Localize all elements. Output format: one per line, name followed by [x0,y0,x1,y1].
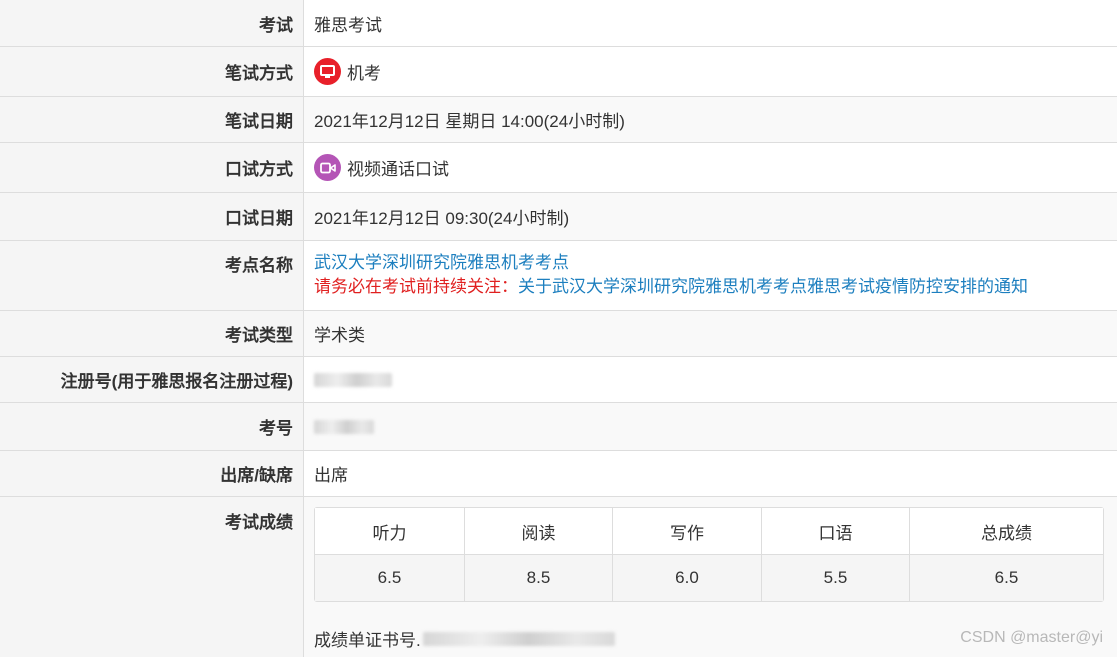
score-value-listening: 6.5 [377,568,402,587]
notice-prefix: 请务必在考试前持续关注： [314,277,518,296]
label-registration-no: 注册号(用于雅思报名注册过程) [0,357,304,402]
label-candidate-no: 考号 [0,403,304,450]
score-value-row: 6.5 8.5 6.0 5.5 6.5 [315,554,1103,601]
monitor-icon [314,58,341,85]
row-test-center: 考点名称 武汉大学深圳研究院雅思机考考点 请务必在考试前持续关注：关于武汉大学深… [0,240,1117,310]
label-exam-type: 考试类型 [0,311,304,356]
value-candidate-no [304,403,1117,450]
row-speaking-date: 口试日期 2021年12月12日 09:30(24小时制) [0,192,1117,240]
trf-label: 成绩单证书号. [314,631,421,650]
watermark: CSDN @master@yi [960,629,1103,646]
score-header-listening: 听力 [372,523,407,543]
row-scores: 考试成绩 听力 阅读 写作 口语 总成绩 6.5 8.5 6.0 5.5 6.5 [0,496,1117,657]
row-exam: 考试 雅思考试 [0,0,1117,46]
row-attendance: 出席/缺席 出席 [0,450,1117,496]
value-attendance: 出席 [314,466,348,485]
label-test-center: 考点名称 [0,241,304,310]
notice-link[interactable]: 关于武汉大学深圳研究院雅思机考考点雅思考试疫情防控安排的通知 [518,277,1028,296]
row-registration-no: 注册号(用于雅思报名注册过程) [0,356,1117,402]
blurred-candidate-no [314,419,374,434]
speaking-mode-text: 视频通话口试 [347,160,449,179]
score-header-writing: 写作 [612,508,761,554]
score-value-speaking: 5.5 [761,555,909,601]
row-written-mode: 笔试方式 机考 [0,46,1117,96]
value-exam: 雅思考试 [314,15,382,35]
value-registration-no [304,357,1117,402]
row-exam-type: 考试类型 学术类 [0,310,1117,356]
value-written-date: 2021年12月12日 星期日 14:00(24小时制) [314,112,625,131]
label-exam: 考试 [0,0,304,46]
score-header-reading: 阅读 [464,508,612,554]
score-header-row: 听力 阅读 写作 口语 总成绩 [315,508,1103,554]
video-camera-icon [314,154,341,181]
score-table: 听力 阅读 写作 口语 总成绩 6.5 8.5 6.0 5.5 6.5 [314,507,1104,602]
row-speaking-mode: 口试方式 视频通话口试 [0,142,1117,192]
value-speaking-mode: 视频通话口试 [304,143,1117,192]
label-written-mode: 笔试方式 [0,47,304,96]
exam-info-table: 考试 雅思考试 笔试方式 机考 笔试日期 2021年12月12日 星期日 14:… [0,0,1117,657]
blurred-trf-number [422,631,615,646]
value-written-mode: 机考 [304,47,1117,96]
label-scores: 考试成绩 [0,497,304,657]
written-mode-text: 机考 [347,64,381,83]
value-exam-type: 学术类 [314,326,365,345]
label-attendance: 出席/缺席 [0,451,304,496]
row-written-date: 笔试日期 2021年12月12日 星期日 14:00(24小时制) [0,96,1117,142]
score-header-overall: 总成绩 [909,508,1103,554]
value-test-center: 武汉大学深圳研究院雅思机考考点 请务必在考试前持续关注：关于武汉大学深圳研究院雅… [304,241,1117,310]
label-speaking-mode: 口试方式 [0,143,304,192]
score-header-speaking: 口语 [761,508,909,554]
row-candidate-no: 考号 [0,402,1117,450]
score-value-writing: 6.0 [612,555,761,601]
score-value-reading: 8.5 [464,555,612,601]
value-speaking-date: 2021年12月12日 09:30(24小时制) [314,209,570,228]
label-written-date: 笔试日期 [0,97,304,142]
blurred-registration-no [314,372,392,387]
score-value-overall: 6.5 [909,555,1103,601]
test-center-link[interactable]: 武汉大学深圳研究院雅思机考考点 [314,251,1117,275]
label-speaking-date: 口试日期 [0,193,304,240]
test-center-notice: 请务必在考试前持续关注：关于武汉大学深圳研究院雅思机考考点雅思考试疫情防控安排的… [314,275,1117,299]
